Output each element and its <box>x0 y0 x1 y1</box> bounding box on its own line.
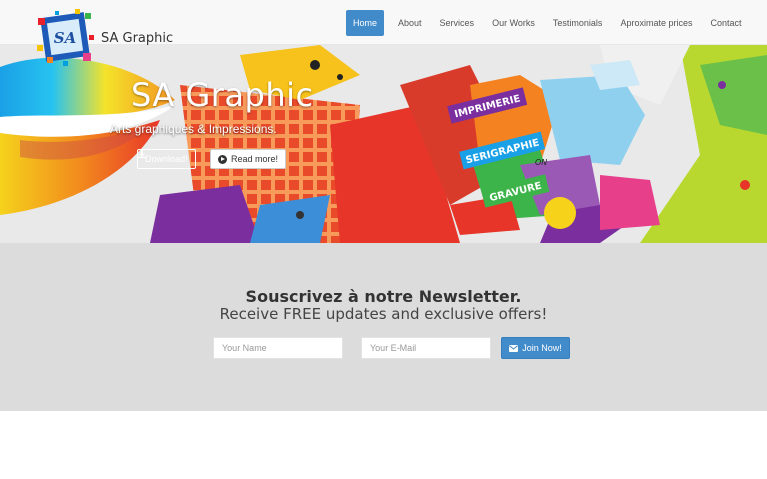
banner-word-on: ON <box>535 158 547 167</box>
nav-home[interactable]: Home <box>346 10 385 36</box>
nav-our-works[interactable]: Our Works <box>483 10 544 36</box>
nav-services[interactable]: Services <box>431 10 484 36</box>
email-input[interactable] <box>361 337 491 359</box>
hero-subtitle: Arts graphiques & Impressions. <box>110 122 277 136</box>
circle-arrow-right-icon <box>218 154 227 164</box>
read-more-label: Read more! <box>231 154 279 164</box>
download-label: Download! <box>145 154 188 164</box>
nav-testimonials[interactable]: Testimonials <box>544 10 612 36</box>
nav-aproximate-prices[interactable]: Aproximate prices <box>611 10 701 36</box>
newsletter-subtitle: Receive FREE updates and exclusive offer… <box>219 305 548 323</box>
download-icon <box>138 150 146 158</box>
newsletter-section: Souscrivez à notre Newsletter. Receive F… <box>0 243 767 411</box>
name-input[interactable] <box>213 337 343 359</box>
navbar: SA SA Graphic Home About Services Our Wo… <box>0 0 767 66</box>
join-now-label: Join Now! <box>522 343 562 353</box>
hero-banner: IMPRIMERIE SERIGRAPHIE ON GRAVURE SA Gra… <box>0 45 767 243</box>
brand-name[interactable]: SA Graphic <box>101 31 173 46</box>
read-more-button[interactable]: Read more! <box>210 149 287 169</box>
nav-about[interactable]: About <box>389 10 431 36</box>
brand-logo[interactable]: SA <box>35 9 95 69</box>
nav-contact[interactable]: Contact <box>701 10 750 36</box>
join-now-button[interactable]: Join Now! <box>501 337 570 359</box>
download-button[interactable]: Download! <box>137 149 196 169</box>
hero-artwork: IMPRIMERIE SERIGRAPHIE ON GRAVURE <box>0 45 767 243</box>
newsletter-title: Souscrivez à notre Newsletter. <box>245 287 522 306</box>
envelope-icon <box>509 344 519 352</box>
hero-title: SA Graphic <box>131 76 314 114</box>
main-nav: Home About Services Our Works Testimonia… <box>346 10 751 36</box>
logo-text: SA <box>54 29 76 47</box>
